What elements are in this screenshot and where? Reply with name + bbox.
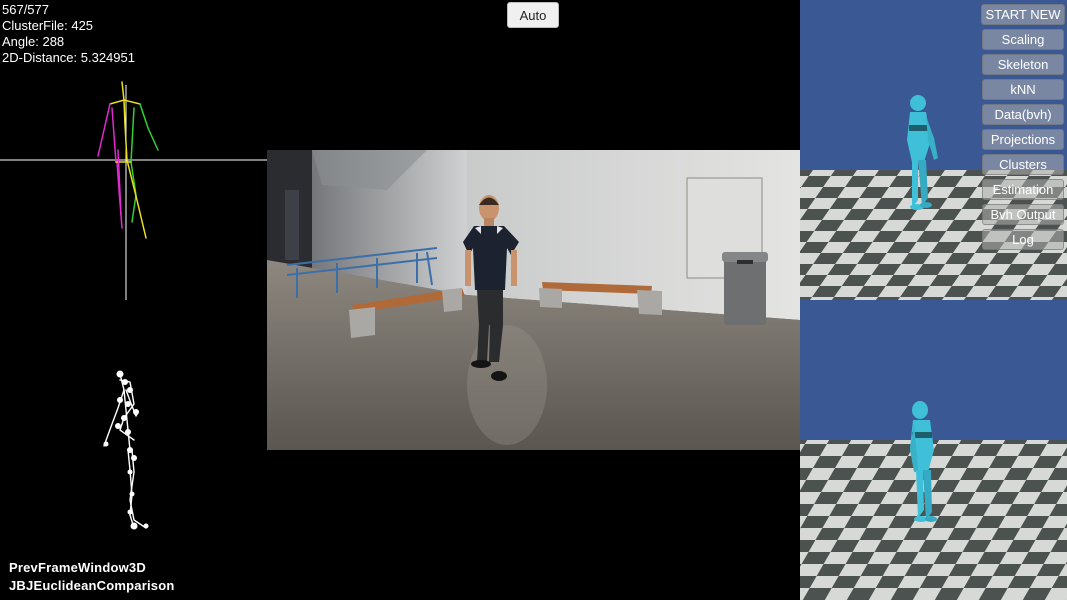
angle-readout: Angle: 288 — [2, 34, 65, 49]
auto-button[interactable]: Auto — [507, 2, 559, 28]
prev-frame-window-label: PrevFrameWindow3D — [9, 560, 146, 575]
cluster-file-readout: ClusterFile: 425 — [2, 18, 94, 33]
avatar-3d-view-bottom — [800, 300, 1067, 600]
skeleton-2d-shoulders — [109, 99, 141, 105]
skeleton-2d-left-arm — [97, 103, 111, 157]
knn-button[interactable]: kNN — [982, 79, 1064, 100]
data-bvh-button[interactable]: Data(bvh) — [982, 104, 1064, 125]
skeleton-2d-mid-leg — [126, 159, 147, 239]
skeleton-3d-view — [103, 370, 149, 530]
start-new-button[interactable]: START NEW — [981, 4, 1065, 25]
frame-counter: 567/577 — [2, 2, 49, 17]
control-menu: START NEW Scaling Skeleton kNN Data(bvh)… — [980, 4, 1066, 254]
window-labels: PrevFrameWindow3D JBJEuclideanComparison — [9, 559, 175, 595]
skeleton-2d-left-torso — [111, 107, 117, 163]
skeleton-2d-right-torso — [130, 107, 135, 163]
scaling-button[interactable]: Scaling — [982, 29, 1064, 50]
bvh-output-button[interactable]: Bvh Output — [982, 204, 1064, 225]
comparison-label: JBJEuclideanComparison — [9, 578, 175, 593]
distance-readout: 2D-Distance: 5.324951 — [2, 50, 135, 65]
skeleton-3d-right-leg — [129, 449, 147, 529]
projections-button[interactable]: Projections — [982, 129, 1064, 150]
clusters-button[interactable]: Clusters — [982, 154, 1064, 175]
estimation-button[interactable]: Estimation — [982, 179, 1064, 200]
log-button[interactable]: Log — [982, 229, 1064, 250]
stats-overlay: 567/577 ClusterFile: 425 Angle: 288 2D-D… — [2, 2, 135, 66]
skeleton-2d-right-arm — [139, 103, 159, 151]
skeleton-button[interactable]: Skeleton — [982, 54, 1064, 75]
camera-video-frame — [267, 150, 800, 450]
